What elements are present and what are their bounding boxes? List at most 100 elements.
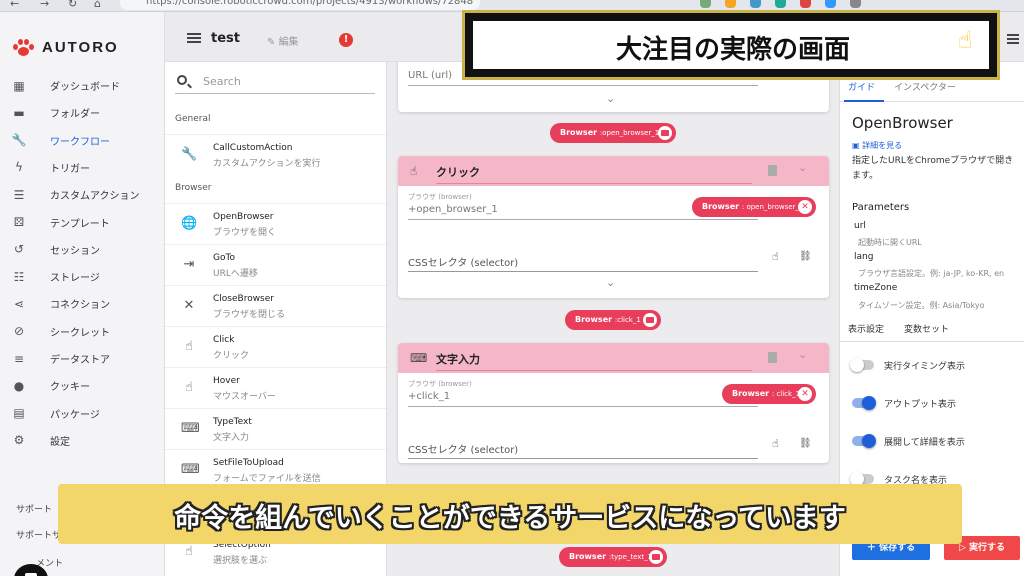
sidebar-item[interactable]: ↺ セッション [0,236,165,263]
camera-icon[interactable] [649,550,663,564]
command-item[interactable]: ⌨ TypeText 文字入力 [165,408,386,449]
url-bar[interactable]: https://console.roboticcrowd.com/project… [120,0,480,10]
chevron-down-icon[interactable]: ⌄ [798,161,807,174]
back-icon[interactable]: ← [10,0,19,10]
share-icon: ⋖ [13,296,25,311]
click-card[interactable]: ☝ クリック ⌄ ブラウザ (browser) +open_browser_1 … [398,156,829,298]
tab-guide[interactable]: ガイド [848,80,875,93]
output-chip[interactable]: Browser :open_browser_1 [550,123,676,143]
sidebar-item[interactable]: ▤ パッケージ [0,400,165,427]
link-icon[interactable]: ⛓ [799,251,812,262]
command-name: TypeText [213,417,252,427]
sidebar-item[interactable]: ▦ ダッシュボード [0,72,165,99]
tab-inspector[interactable]: インスペクター [894,80,956,93]
trash-icon[interactable] [768,352,777,363]
chevron-down-icon[interactable]: ⌄ [606,92,615,105]
sidebar-item[interactable]: ⋖ コネクション [0,290,165,317]
sidebar-item-label: フォルダー [50,109,100,121]
param-desc: 起動時に開くURL [858,238,922,247]
support-link[interactable]: サポート [16,502,52,515]
output-chip[interactable]: Browser :click_1 [565,310,661,330]
command-item[interactable]: 🌐 OpenBrowser ブラウザを開く [165,203,386,244]
alert-icon[interactable]: ! [339,33,353,47]
tab-variable-set[interactable]: 変数セット [904,322,949,335]
typetext-card[interactable]: ⌨ 文字入力 ⌄ ブラウザ (browser) +click_1 Browser… [398,343,829,463]
field-label: CSSセレクタ (selector) [408,258,519,269]
chevron-down-icon[interactable]: ⌄ [798,348,807,361]
extension-icon[interactable] [725,0,736,8]
title-overlay: 大注目の実際の画面 [462,10,1000,80]
menu-icon[interactable] [187,33,201,43]
toggle-switch[interactable] [850,472,874,486]
param-key: url [854,221,866,231]
extension-icon[interactable] [775,0,786,8]
detail-link[interactable]: ▣ 詳細を見る [852,140,902,151]
camera-icon[interactable] [643,313,657,327]
command-icon: ✕ [183,298,195,313]
browser-chip[interactable]: Browser : click_1 ✕ [722,384,816,404]
extension-icons [700,0,861,8]
command-desc: フォームでファイルを送信 [213,474,321,484]
command-name: CloseBrowser [213,294,274,304]
browser-chip[interactable]: Browser : open_browser_1 ✕ [692,197,816,217]
extension-icon[interactable] [850,0,861,8]
sidebar-item[interactable]: ⊘ シークレット [0,318,165,345]
camera-icon[interactable] [658,126,672,140]
sidebar-item[interactable]: ☰ カスタムアクション [0,181,165,208]
command-item[interactable]: ☝ Click クリック [165,326,386,367]
sidebar-item[interactable]: ⚙ 設定 [0,427,165,454]
extension-icon[interactable] [825,0,836,8]
workflow-title[interactable]: test [211,31,240,46]
sidebar-item[interactable]: ☷ ストレージ [0,263,165,290]
command-search[interactable]: Search [175,72,375,94]
close-icon[interactable]: ✕ [798,200,812,214]
extension-icon[interactable] [750,0,761,8]
close-icon[interactable]: ✕ [798,387,812,401]
sidebar-item[interactable]: ▬ フォルダー [0,99,165,126]
sidebar-item[interactable]: 🔧 ワークフロー [0,127,165,154]
command-item[interactable]: ⇥ GoTo URLへ遷移 [165,244,386,285]
sidebar-item[interactable]: ϟ トリガー [0,154,165,181]
command-item[interactable]: ✕ CloseBrowser ブラウザを閉じる [165,285,386,326]
support-site-link[interactable]: サポートサ [16,528,61,541]
eye-off-icon: ⊘ [13,324,25,339]
command-item[interactable]: ☝ Hover マウスオーバー [165,367,386,408]
card-header[interactable]: ☝ クリック ⌄ [398,156,829,186]
operation-title: OpenBrowser [852,114,953,132]
sidebar-item[interactable]: ⚄ テンプレート [0,209,165,236]
toggle-switch[interactable] [852,434,876,448]
link-icon[interactable]: ⛓ [799,438,812,449]
forward-icon[interactable]: → [40,0,49,10]
command-item[interactable]: 🔧 CallCustomAction カスタムアクションを実行 [165,134,386,175]
card-header[interactable]: ⌨ 文字入力 ⌄ [398,343,829,373]
browser-field[interactable]: ブラウザ (browser) +click_1 [408,379,758,407]
sidebar-item[interactable]: ● クッキー [0,372,165,399]
chevron-down-icon[interactable]: ⌄ [606,276,615,289]
command-name: GoTo [213,253,235,263]
home-icon[interactable]: ⌂ [94,0,101,10]
tab-display-settings[interactable]: 表示設定 [848,322,884,335]
css-selector-field[interactable]: CSSセレクタ (selector) [408,252,758,272]
extension-icon[interactable] [800,0,811,8]
sidebar-item-label: クッキー [50,382,90,394]
search-placeholder[interactable]: Search [203,75,241,88]
css-selector-field[interactable]: CSSセレクタ (selector) [408,439,758,459]
card-title[interactable]: クリック [436,164,752,184]
extension-icon[interactable] [700,0,711,8]
toggle-switch[interactable] [850,358,874,372]
edit-button[interactable]: ✎ 編集 [267,33,299,48]
command-name: Hover [213,376,240,386]
custom-action-icon: ☰ [13,187,25,202]
trash-icon[interactable] [768,165,777,176]
hand-pointer-icon[interactable]: ☝ [772,250,779,263]
toggle-switch[interactable] [852,396,876,410]
logo[interactable]: AUTORO [13,38,119,56]
right-menu-icon[interactable] [1007,34,1019,44]
sidebar-item[interactable]: ≡ データストア [0,345,165,372]
output-chip[interactable]: Browser :type_text_1 [559,547,667,567]
command-icon: ☝ [185,339,193,354]
sidebar-item-label: テンプレート [50,218,110,230]
card-title[interactable]: 文字入力 [436,351,752,371]
hand-pointer-icon[interactable]: ☝ [772,437,779,450]
reload-icon[interactable]: ↻ [68,0,77,10]
